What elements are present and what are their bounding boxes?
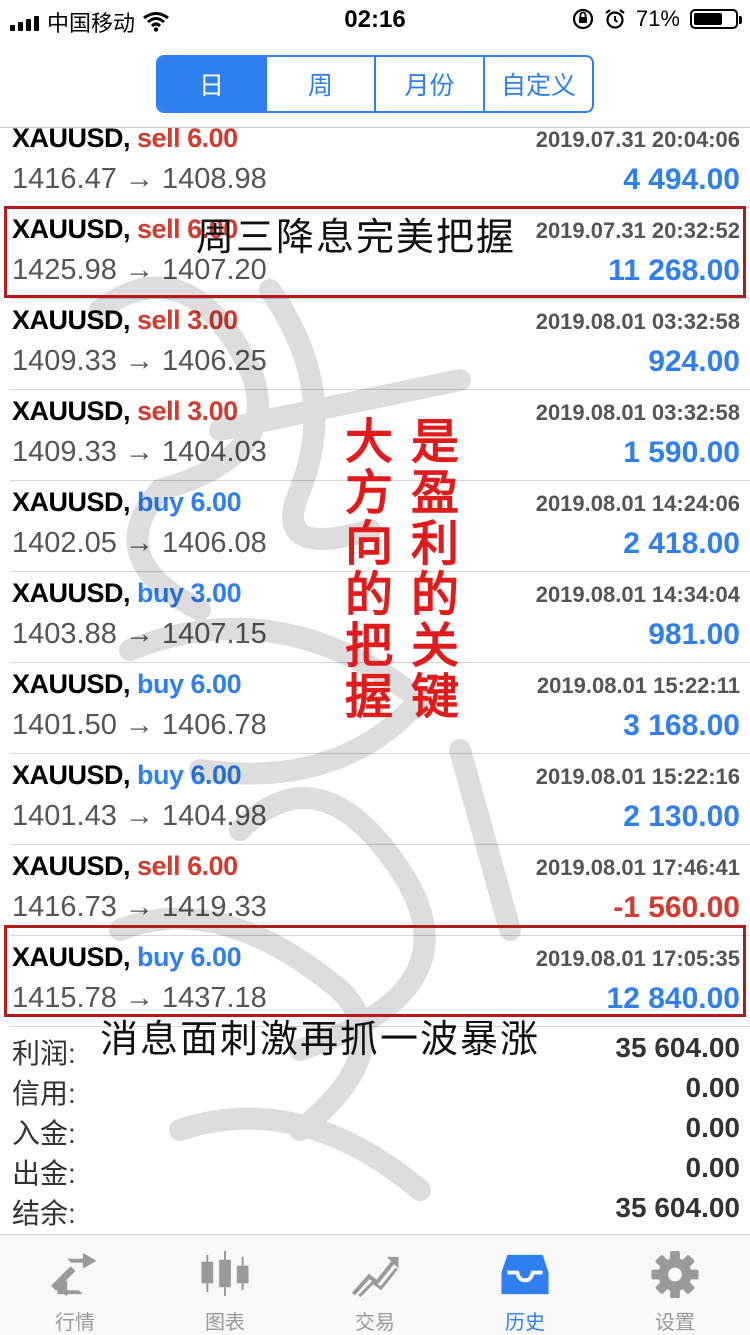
history-icon bbox=[501, 1254, 549, 1295]
trade-side: buy 6.00 bbox=[137, 760, 242, 790]
list-top-divider bbox=[0, 127, 750, 128]
trade-row[interactable]: XAUUSD, buy 6.00 1401.43 → 1404.98 2019.08… bbox=[10, 754, 750, 845]
trade-time: 2019.08.01 15:22:16 bbox=[535, 764, 740, 789]
status-bar: 中国移动 02:16 71% bbox=[0, 0, 750, 40]
trade-symbol-line: XAUUSD, sell 3.00 bbox=[12, 396, 238, 427]
trade-symbol: XAUUSD, bbox=[12, 305, 131, 335]
tab-label: 交易 bbox=[355, 1312, 395, 1334]
trade-side: sell 6.00 bbox=[137, 851, 238, 881]
tab-label: 设置 bbox=[655, 1312, 695, 1334]
tab-quotes[interactable]: 行情 bbox=[0, 1235, 150, 1335]
summary-value: 35 604.00 bbox=[615, 1032, 740, 1063]
battery-fill bbox=[694, 13, 723, 25]
trade-symbol-line: XAUUSD, sell 6.00 bbox=[12, 851, 238, 882]
trade-symbol: XAUUSD, bbox=[12, 487, 131, 517]
trade-profit: 2 130.00 bbox=[623, 800, 740, 833]
trade-symbol-line: XAUUSD, sell 3.00 bbox=[12, 305, 238, 336]
tab-month[interactable]: 月份 bbox=[374, 57, 483, 111]
tab-label: 行情 bbox=[55, 1312, 95, 1334]
trade-profit: 981.00 bbox=[648, 618, 740, 651]
trade-prices: 1416.73 → 1419.33 bbox=[12, 891, 267, 923]
trade-symbol: XAUUSD, bbox=[12, 396, 131, 426]
trade-symbol-line: XAUUSD, buy 6.00 bbox=[12, 669, 242, 700]
trade-symbol-line: XAUUSD, buy 6.00 bbox=[12, 487, 242, 518]
trade-side: sell 3.00 bbox=[137, 396, 238, 426]
summary-value: 0.00 bbox=[685, 1112, 741, 1143]
trade-symbol: XAUUSD, bbox=[12, 578, 131, 608]
trade-profit: 4 494.00 bbox=[623, 163, 740, 196]
trade-symbol: XAUUSD, bbox=[12, 851, 131, 881]
tab-settings[interactable]: 设置 bbox=[600, 1235, 750, 1335]
tab-label: 图表 bbox=[205, 1312, 245, 1334]
summary-row-profit: 利润: 35 604.00 bbox=[12, 1028, 740, 1069]
highlight-box-bottom bbox=[4, 925, 746, 1017]
trade-side: buy 3.00 bbox=[137, 578, 242, 608]
trade-side: buy 6.00 bbox=[137, 487, 242, 517]
trade-prices: 1409.33 → 1406.25 bbox=[12, 345, 267, 377]
period-segmented-control: 日 周 月份 自定义 bbox=[156, 55, 594, 113]
trade-profit: 2 418.00 bbox=[623, 527, 740, 560]
battery-percent: 71% bbox=[635, 6, 680, 31]
summary-value: 0.00 bbox=[685, 1072, 741, 1103]
trade-prices: 1403.88 → 1407.15 bbox=[12, 618, 267, 650]
tab-trade[interactable]: 交易 bbox=[300, 1235, 450, 1335]
trade-side: sell 3.00 bbox=[137, 305, 238, 335]
tab-week[interactable]: 周 bbox=[265, 57, 374, 111]
tab-day[interactable]: 日 bbox=[158, 57, 265, 111]
trade-row[interactable]: XAUUSD, sell 3.00 1409.33 → 1406.25 2019.0… bbox=[10, 299, 750, 390]
trade-prices: 1401.50 → 1406.78 bbox=[12, 709, 267, 741]
trade-prices: 1401.43 → 1404.98 bbox=[12, 800, 267, 832]
trade-time: 2019.08.01 03:32:58 bbox=[535, 400, 740, 425]
tab-custom[interactable]: 自定义 bbox=[483, 57, 592, 111]
annotation-vertical-left: 大方向的把握 bbox=[336, 416, 392, 722]
trade-profit: 924.00 bbox=[648, 345, 740, 378]
trade-side: buy 6.00 bbox=[137, 669, 242, 699]
trade-symbol: XAUUSD, bbox=[12, 669, 131, 699]
summary-row-withdrawal: 出金: 0.00 bbox=[12, 1148, 741, 1189]
rotation-lock-icon bbox=[572, 8, 594, 30]
quotes-icon bbox=[50, 1252, 97, 1297]
trade-time: 2019.08.01 17:46:41 bbox=[535, 855, 740, 880]
trade-row[interactable]: XAUUSD, sell 6.00 1416.47 → 1408.98 2019.0… bbox=[10, 117, 750, 208]
bottom-tab-bar: 行情 图表 交易 历史 设置 bbox=[0, 1234, 750, 1335]
trade-time: 2019.07.31 20:04:06 bbox=[535, 127, 740, 152]
summary-label: 信用: bbox=[12, 1078, 76, 1109]
summary-row-balance: 结余: 35 604.00 bbox=[12, 1188, 740, 1229]
trade-symbol-line: XAUUSD, buy 6.00 bbox=[12, 760, 242, 791]
trade-symbol-line: XAUUSD, buy 3.00 bbox=[12, 578, 242, 609]
summary-value: 0.00 bbox=[685, 1152, 741, 1183]
account-summary: 利润: 35 604.00 信用: 0.00 入金: 0.00 出金: 0.00… bbox=[12, 1028, 741, 1229]
summary-label: 利润: bbox=[12, 1038, 76, 1069]
trade-row[interactable]: XAUUSD, sell 6.00 1416.73 → 1419.33 2019.0… bbox=[10, 845, 750, 936]
trade-time: 2019.08.01 14:24:06 bbox=[535, 491, 740, 516]
summary-label: 结余: bbox=[12, 1198, 76, 1229]
trade-prices: 1416.47 → 1408.98 bbox=[12, 163, 267, 195]
trade-prices: 1402.05 → 1406.08 bbox=[12, 527, 267, 559]
trade-time: 2019.08.01 03:32:58 bbox=[535, 309, 740, 334]
settings-icon bbox=[651, 1250, 699, 1299]
trade-profit: 1 590.00 bbox=[623, 436, 740, 469]
alarm-icon bbox=[605, 9, 625, 29]
summary-value: 35 604.00 bbox=[615, 1192, 740, 1223]
chart-icon bbox=[201, 1250, 249, 1297]
trade-profit: -1 560.00 bbox=[613, 891, 740, 924]
summary-label: 入金: bbox=[12, 1118, 76, 1149]
tab-chart[interactable]: 图表 bbox=[150, 1235, 300, 1335]
battery-icon bbox=[690, 9, 742, 29]
status-right: 71% bbox=[572, 6, 742, 32]
trade-prices: 1409.33 → 1404.03 bbox=[12, 436, 267, 468]
trade-profit: 3 168.00 bbox=[623, 709, 740, 742]
trade-icon bbox=[351, 1256, 399, 1298]
summary-row-deposit: 入金: 0.00 bbox=[12, 1108, 741, 1149]
summary-row-credit: 信用: 0.00 bbox=[12, 1068, 741, 1109]
annotation-top: 周三降息完美把握 bbox=[196, 215, 517, 259]
tab-label: 历史 bbox=[505, 1312, 545, 1334]
tab-history[interactable]: 历史 bbox=[450, 1235, 600, 1335]
trade-time: 2019.08.01 15:22:11 bbox=[536, 673, 740, 698]
trade-time: 2019.08.01 14:34:04 bbox=[535, 582, 740, 607]
annotation-vertical-right: 是盈利的关键 bbox=[402, 416, 458, 722]
summary-label: 出金: bbox=[12, 1158, 76, 1189]
trade-symbol: XAUUSD, bbox=[12, 760, 131, 790]
